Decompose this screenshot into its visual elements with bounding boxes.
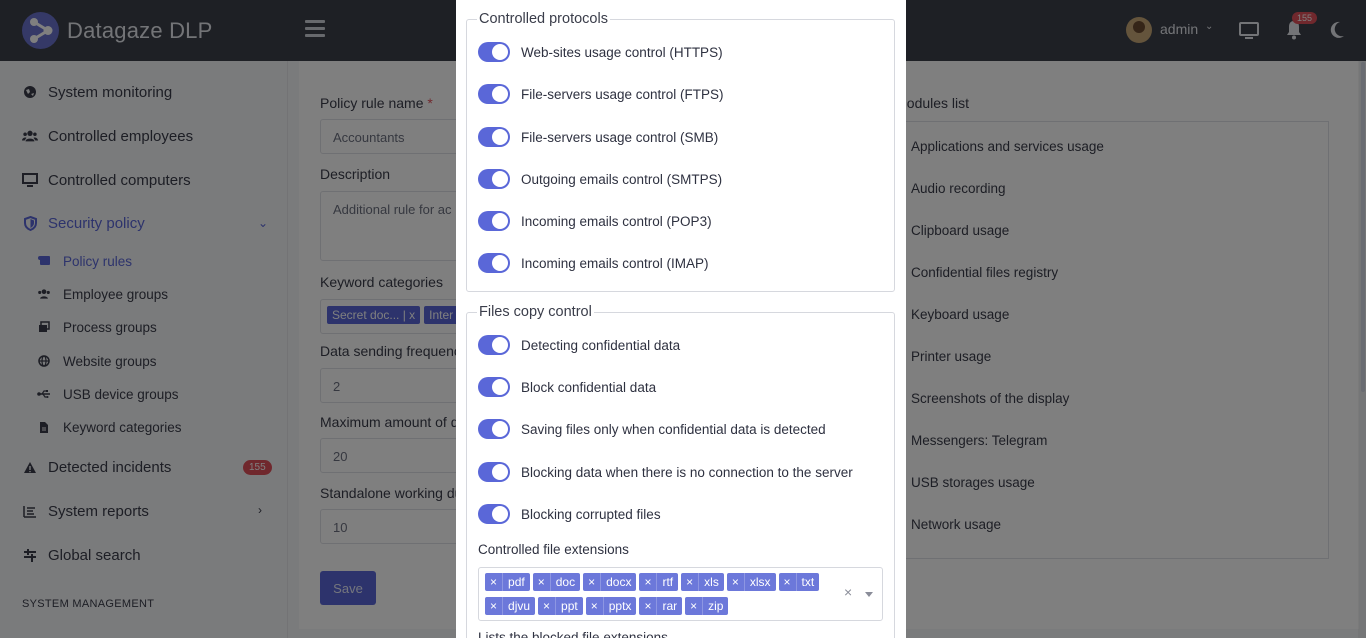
extension-tag-label: doc bbox=[555, 575, 576, 589]
extension-tag[interactable]: × rtf bbox=[639, 573, 679, 591]
remove-tag-icon[interactable]: × bbox=[485, 573, 504, 591]
extension-tag-label: txt bbox=[801, 575, 815, 589]
extension-tag-label: xls bbox=[704, 575, 719, 589]
extension-tag[interactable]: × txt bbox=[778, 573, 820, 591]
pop3-toggle[interactable] bbox=[478, 211, 510, 231]
toggle-row-smb[interactable]: File-servers usage control (SMB) bbox=[478, 126, 718, 148]
extension-tag-label: rar bbox=[662, 599, 678, 613]
https-toggle[interactable] bbox=[478, 42, 510, 62]
extension-tag[interactable]: × ppt bbox=[538, 597, 583, 615]
remove-tag-icon[interactable]: × bbox=[639, 573, 658, 591]
extension-tag-label: xlsx bbox=[749, 575, 771, 589]
settings-modal: Controlled protocols Web-sites usage con… bbox=[456, 0, 906, 638]
extension-tag-label: ppt bbox=[561, 599, 578, 613]
toggle-row-imap[interactable]: Incoming emails control (IMAP) bbox=[478, 252, 709, 274]
extension-tag[interactable]: × pdf bbox=[485, 573, 530, 591]
toggle-row-blocking-no-connection[interactable]: Blocking data when there is no connectio… bbox=[478, 461, 853, 483]
ftps-toggle[interactable] bbox=[478, 84, 510, 104]
extension-tag-label: pptx bbox=[608, 599, 632, 613]
smb-toggle[interactable] bbox=[478, 127, 510, 147]
remove-tag-icon[interactable]: × bbox=[681, 573, 700, 591]
controlled-protocols-legend: Controlled protocols bbox=[479, 11, 608, 27]
files-copy-control-legend: Files copy control bbox=[479, 304, 592, 320]
extension-tag[interactable]: × doc bbox=[532, 573, 581, 591]
remove-tag-icon[interactable]: × bbox=[639, 597, 658, 615]
clear-icon[interactable]: × bbox=[844, 584, 852, 600]
toggle-row-detecting[interactable]: Detecting confidential data bbox=[478, 334, 680, 356]
scrollbar-thumb[interactable] bbox=[1361, 62, 1365, 392]
extension-tag-label: djvu bbox=[508, 599, 531, 613]
controlled-extensions-select[interactable]: × pdf × doc × docx × rtf × xls × xlsx × txt × djvu × ppt ×… bbox=[478, 567, 883, 621]
detecting-toggle[interactable] bbox=[478, 335, 510, 355]
toggle-row-blocking-corrupted[interactable]: Blocking corrupted files bbox=[478, 503, 661, 525]
toggle-row-smtps[interactable]: Outgoing emails control (SMTPS) bbox=[478, 168, 722, 190]
remove-tag-icon[interactable]: × bbox=[485, 597, 504, 615]
toggle-row-saving-files[interactable]: Saving files only when confidential data… bbox=[478, 418, 826, 440]
toggle-row-ftps[interactable]: File-servers usage control (FTPS) bbox=[478, 83, 724, 105]
extension-tag-label: rtf bbox=[662, 575, 674, 589]
blocked-extensions-label: Lists the blocked file extensions bbox=[478, 630, 668, 638]
extension-tag[interactable]: × xls bbox=[681, 573, 724, 591]
extension-tag[interactable]: × zip bbox=[685, 597, 729, 615]
imap-toggle[interactable] bbox=[478, 253, 510, 273]
remove-tag-icon[interactable]: × bbox=[779, 573, 797, 591]
extension-tag-label: zip bbox=[708, 599, 724, 613]
extension-tag[interactable]: × xlsx bbox=[726, 573, 776, 591]
remove-tag-icon[interactable]: × bbox=[685, 597, 704, 615]
remove-tag-icon[interactable]: × bbox=[533, 573, 551, 591]
toggle-row-pop3[interactable]: Incoming emails control (POP3) bbox=[478, 210, 712, 232]
extension-tag-label: docx bbox=[606, 575, 632, 589]
block-confidential-toggle[interactable] bbox=[478, 377, 510, 397]
extension-tag[interactable]: × docx bbox=[583, 573, 637, 591]
caret-down-icon[interactable] bbox=[865, 592, 873, 597]
remove-tag-icon[interactable]: × bbox=[583, 573, 602, 591]
extension-tag[interactable]: × djvu bbox=[485, 597, 536, 615]
extension-tag[interactable]: × pptx bbox=[585, 597, 637, 615]
toggle-row-https[interactable]: Web-sites usage control (HTTPS) bbox=[478, 41, 723, 63]
extension-tags: × pdf × doc × docx × rtf × xls × xlsx × txt × djvu × ppt ×… bbox=[485, 573, 825, 621]
blocking-no-connection-toggle[interactable] bbox=[478, 462, 510, 482]
saving-files-toggle[interactable] bbox=[478, 419, 510, 439]
smtps-toggle[interactable] bbox=[478, 169, 510, 189]
remove-tag-icon[interactable]: × bbox=[727, 573, 745, 591]
remove-tag-icon[interactable]: × bbox=[538, 597, 557, 615]
remove-tag-icon[interactable]: × bbox=[586, 597, 604, 615]
blocking-corrupted-toggle[interactable] bbox=[478, 504, 510, 524]
extension-tag[interactable]: × rar bbox=[639, 597, 683, 615]
controlled-extensions-label: Controlled file extensions bbox=[478, 542, 629, 557]
extension-tag-label: pdf bbox=[508, 575, 525, 589]
toggle-row-block-confidential[interactable]: Block confidential data bbox=[478, 376, 656, 398]
